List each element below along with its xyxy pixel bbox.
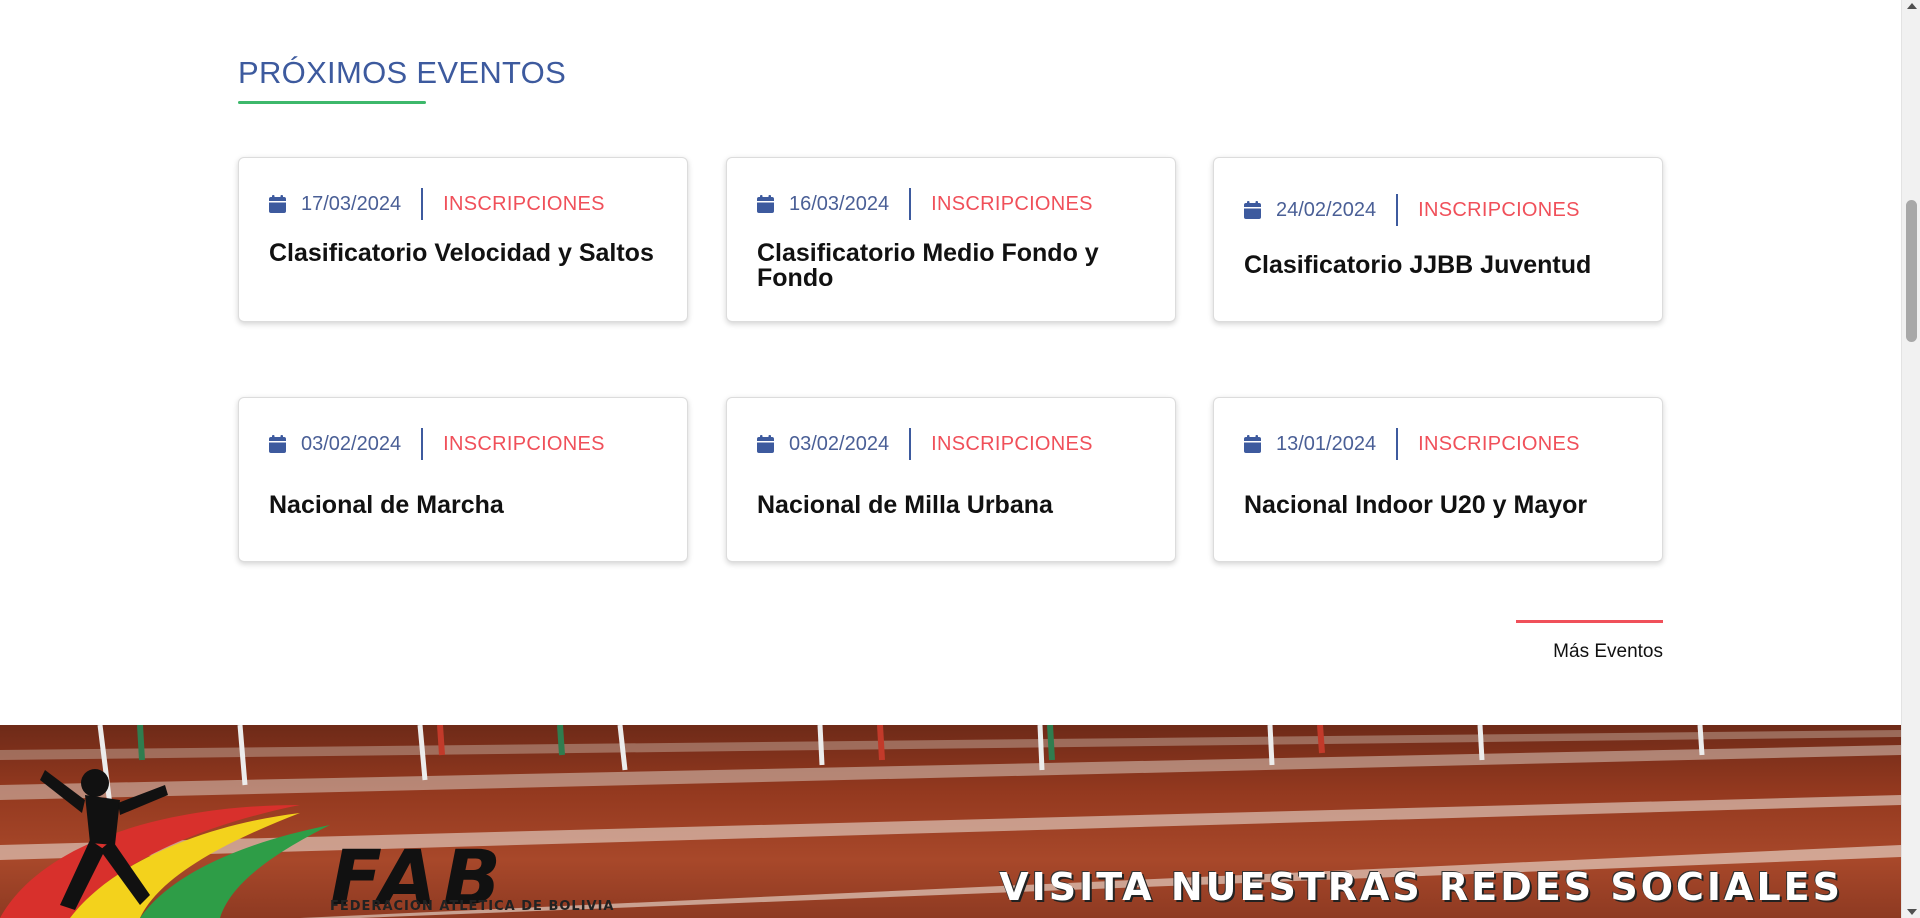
event-card[interactable]: 03/02/2024 INSCRIPCIONES Nacional de Mil… [726,397,1176,562]
section-title: PRÓXIMOS EVENTOS [238,55,567,90]
more-events-link[interactable]: Más Eventos [1553,641,1663,663]
event-date: 17/03/2024 [301,192,402,215]
event-date: 03/02/2024 [789,432,890,455]
calendar-icon [757,435,774,453]
event-card[interactable]: 16/03/2024 INSCRIPCIONES Clasificatorio … [726,157,1176,322]
event-title[interactable]: Clasificatorio JJBB Juventud [1244,253,1644,278]
event-title[interactable]: Nacional de Marcha [269,493,669,518]
event-meta: 13/01/2024 INSCRIPCIONES [1244,428,1580,460]
fab-logo-subtext: FEDERACION ATLETICA DE BOLIVIA [330,899,615,914]
event-card[interactable]: 13/01/2024 INSCRIPCIONES Nacional Indoor… [1213,397,1663,562]
meta-divider [1396,194,1399,226]
event-title[interactable]: Nacional de Milla Urbana [757,493,1157,518]
event-category[interactable]: INSCRIPCIONES [931,193,1093,216]
event-category[interactable]: INSCRIPCIONES [1418,199,1580,222]
meta-divider [421,428,424,460]
meta-divider [909,188,912,220]
calendar-icon [269,435,286,453]
event-date: 24/02/2024 [1276,198,1377,221]
event-meta: 17/03/2024 INSCRIPCIONES [269,188,605,220]
scroll-down-arrow-icon[interactable] [1907,909,1917,915]
event-card[interactable]: 03/02/2024 INSCRIPCIONES Nacional de Mar… [238,397,688,562]
social-banner[interactable]: FAB FEDERACION ATLETICA DE BOLIVIA VISIT… [0,725,1901,918]
event-date: 16/03/2024 [789,192,890,215]
event-category[interactable]: INSCRIPCIONES [1418,433,1580,456]
meta-divider [909,428,912,460]
event-category[interactable]: INSCRIPCIONES [443,433,605,456]
event-title[interactable]: Nacional Indoor U20 y Mayor [1244,493,1644,518]
page: PRÓXIMOS EVENTOS 17/03/2024 INSCRIPCIONE… [0,0,1920,918]
event-date: 03/02/2024 [301,432,402,455]
event-date: 13/01/2024 [1276,432,1377,455]
event-meta: 24/02/2024 INSCRIPCIONES [1244,194,1580,226]
section-title-underline [238,101,426,104]
event-meta: 16/03/2024 INSCRIPCIONES [757,188,1093,220]
event-card[interactable]: 17/03/2024 INSCRIPCIONES Clasificatorio … [238,157,688,322]
meta-divider [421,188,424,220]
event-category[interactable]: INSCRIPCIONES [931,433,1093,456]
banner-social-text: VISITA NUESTRAS REDES SOCIALES [999,865,1843,909]
scrollbar[interactable] [1901,0,1920,918]
calendar-icon [757,195,774,213]
event-title[interactable]: Clasificatorio Medio Fondo y Fondo [757,241,1157,291]
event-card[interactable]: 24/02/2024 INSCRIPCIONES Clasificatorio … [1213,157,1663,322]
event-meta: 03/02/2024 INSCRIPCIONES [757,428,1093,460]
event-meta: 03/02/2024 INSCRIPCIONES [269,428,605,460]
event-title[interactable]: Clasificatorio Velocidad y Saltos [269,241,669,266]
calendar-icon [1244,201,1261,219]
scroll-up-arrow-icon[interactable] [1907,3,1917,9]
meta-divider [1396,428,1399,460]
scroll-thumb[interactable] [1906,200,1917,342]
calendar-icon [1244,435,1261,453]
calendar-icon [269,195,286,213]
event-category[interactable]: INSCRIPCIONES [443,193,605,216]
more-events-accent-line [1516,620,1663,623]
